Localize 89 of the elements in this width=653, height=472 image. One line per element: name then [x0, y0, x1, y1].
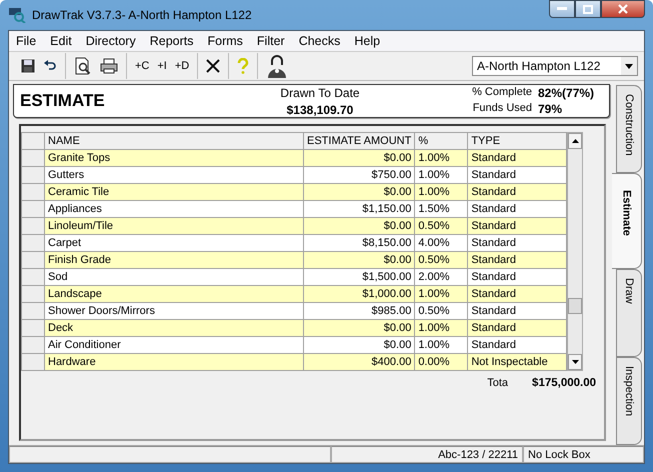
section-title: ESTIMATE — [20, 91, 106, 111]
percent-cell: 1.00% — [414, 184, 468, 200]
minimize-icon — [557, 7, 567, 11]
minimize-button[interactable] — [549, 0, 575, 18]
add-button[interactable]: +I — [155, 58, 169, 74]
window-title: DrawTrak V3.7.3- A-North Hampton L122 — [32, 8, 252, 22]
menu-item[interactable]: File — [9, 34, 44, 48]
lock-box-status: No Lock Box — [523, 446, 644, 463]
column-header[interactable]: ESTIMATE AMOUNT — [304, 132, 415, 150]
menu-item[interactable]: Filter — [250, 34, 292, 48]
type-cell: Standard — [468, 286, 567, 302]
row-selector[interactable] — [22, 184, 44, 200]
type-cell: Standard — [468, 184, 567, 200]
save-button[interactable] — [19, 57, 37, 75]
drawn-label: Drawn To Date — [280, 86, 360, 100]
row-selector[interactable] — [22, 150, 44, 166]
column-header[interactable]: NAME — [44, 132, 304, 150]
row-selector[interactable] — [22, 268, 44, 286]
menu-item[interactable]: Edit — [43, 34, 79, 48]
row-selector[interactable] — [22, 166, 44, 184]
row-selector[interactable] — [22, 252, 44, 268]
amount-cell: $0.00 — [304, 252, 415, 268]
maximize-icon — [583, 4, 593, 14]
add-button[interactable]: +D — [172, 58, 192, 74]
funds-label: Funds Used — [472, 102, 532, 116]
row-selector[interactable] — [22, 354, 44, 370]
type-cell: Standard — [468, 320, 567, 336]
side-tab[interactable]: Construction — [616, 85, 642, 173]
row-header — [22, 132, 44, 150]
menu-item[interactable]: Directory — [78, 34, 143, 48]
amount-cell: $1,000.00 — [304, 286, 415, 302]
percent-cell: 0.50% — [414, 252, 468, 268]
row-selector[interactable] — [22, 218, 44, 234]
menu-item[interactable]: Checks — [292, 34, 348, 48]
menu-item[interactable]: Help — [347, 34, 388, 48]
close-icon — [618, 4, 628, 14]
percent-cell: 0.00% — [414, 354, 468, 370]
row-selector[interactable] — [22, 336, 44, 354]
type-cell: Not Inspectable — [468, 354, 567, 370]
row-selector[interactable] — [22, 302, 44, 320]
project-select[interactable]: A-North Hampton L122 — [472, 56, 638, 76]
percent-cell: 1.00% — [414, 150, 468, 166]
row-selector[interactable] — [22, 234, 44, 252]
complete-value: 82%(77%) — [538, 86, 596, 100]
total-label: Tota — [487, 377, 508, 389]
maximize-button[interactable] — [575, 0, 601, 18]
drawn-value: $138,109.70 — [286, 102, 354, 116]
record-status: Abc-123 / 22211 — [331, 446, 523, 463]
total-value: $175,000.00 — [532, 377, 596, 389]
percent-cell: 0.50% — [414, 218, 468, 234]
row-selector[interactable] — [22, 320, 44, 336]
name-cell: Granite Tops — [44, 150, 304, 166]
percent-cell: 1.00% — [414, 320, 468, 336]
column-header[interactable]: TYPE — [468, 132, 567, 150]
scroll-up-icon — [572, 139, 579, 143]
delete-button[interactable] — [204, 57, 222, 75]
amount-cell: $0.00 — [304, 184, 415, 200]
side-tab[interactable]: Estimate — [612, 173, 642, 269]
amount-cell: $0.00 — [304, 320, 415, 336]
close-button[interactable] — [601, 0, 645, 18]
name-cell: Hardware — [44, 354, 304, 370]
menu-item[interactable]: Reports — [142, 34, 200, 48]
type-cell: Standard — [468, 150, 567, 166]
add-button[interactable]: +C — [133, 58, 152, 74]
column-header[interactable]: % — [414, 132, 468, 150]
app-logo-icon — [8, 7, 26, 23]
menu-item[interactable]: Forms — [200, 34, 250, 48]
type-cell: Standard — [468, 252, 567, 268]
row-selector[interactable] — [22, 200, 44, 218]
print-button[interactable] — [98, 56, 120, 76]
row-selector[interactable] — [22, 286, 44, 302]
funds-value: 79% — [538, 102, 564, 116]
name-cell: Ceramic Tile — [44, 184, 304, 200]
complete-label: % Complete — [471, 86, 532, 100]
name-cell: Finish Grade — [44, 252, 304, 268]
scroll-thumb[interactable] — [568, 298, 582, 314]
amount-cell: $400.00 — [304, 354, 415, 370]
type-cell: Standard — [468, 218, 567, 234]
side-tab[interactable]: Draw — [616, 269, 642, 357]
name-cell: Deck — [44, 320, 304, 336]
dropdown-arrow-icon — [625, 64, 633, 68]
name-cell: Landscape — [44, 286, 304, 302]
amount-cell: $0.00 — [304, 218, 415, 234]
side-tab[interactable]: Inspection — [616, 357, 642, 445]
scrollbar[interactable] — [567, 132, 584, 371]
percent-cell: 1.00% — [414, 286, 468, 302]
scroll-down-icon — [572, 360, 579, 364]
name-cell: Linoleum/Tile — [44, 218, 304, 234]
amount-cell: $0.00 — [304, 150, 415, 166]
